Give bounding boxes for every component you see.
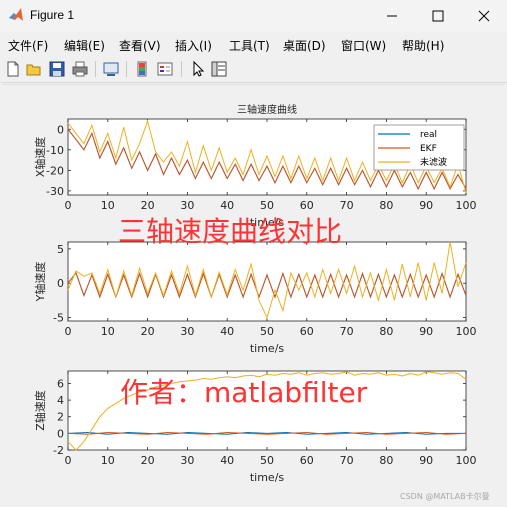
- menu-insert[interactable]: 插入(I): [175, 37, 212, 54]
- y-tick-label: -10: [46, 144, 64, 157]
- y-tick-label: -20: [46, 164, 64, 177]
- legend[interactable]: real EKF 未滤波: [373, 124, 465, 171]
- title-bar[interactable]: Figure 1: [0, 0, 507, 32]
- comparison-caption: 三轴速度曲线对比: [118, 215, 342, 248]
- y-tick-label: 4: [57, 394, 64, 407]
- x-tick-label: 60: [300, 325, 314, 338]
- maximize-button[interactable]: [415, 0, 461, 32]
- toolbar-separator: [126, 61, 127, 77]
- x-tick-label: 90: [419, 325, 433, 338]
- x-tick-label: 70: [340, 199, 354, 212]
- open-folder-icon[interactable]: [25, 60, 43, 78]
- x-tick-label: 10: [101, 199, 115, 212]
- legend-label-ekf: EKF: [420, 144, 437, 154]
- x-tick-label: 20: [141, 454, 155, 467]
- y-tick-label: -30: [46, 185, 64, 198]
- print-icon[interactable]: [71, 60, 89, 78]
- y-tick-label: 2: [57, 411, 64, 424]
- x-tick-label: 100: [456, 325, 477, 338]
- x-axis-label: time/s: [250, 471, 285, 484]
- menu-edit[interactable]: 编辑(E): [64, 37, 105, 54]
- x-tick-label: 90: [419, 454, 433, 467]
- minimize-button[interactable]: [369, 0, 415, 32]
- x-tick-label: 50: [260, 199, 274, 212]
- x-tick-label: 100: [456, 199, 477, 212]
- watermark: CSDN @MATLAB卡尔曼: [400, 491, 490, 501]
- x-axis-label: time/s: [250, 342, 285, 355]
- x-tick-label: 40: [220, 454, 234, 467]
- y-tick-label: 0: [57, 427, 64, 440]
- x-tick-label: 50: [260, 454, 274, 467]
- x-tick-label: 60: [300, 199, 314, 212]
- menu-tools[interactable]: 工具(T): [229, 37, 270, 54]
- legend-icon[interactable]: [156, 60, 174, 78]
- x-tick-label: 20: [141, 199, 155, 212]
- x-tick-label: 10: [101, 325, 115, 338]
- menu-bar: 文件(F) 编辑(E) 查看(V) 插入(I) 工具(T) 桌面(D) 窗口(W…: [0, 33, 507, 55]
- toolbar-separator: [95, 61, 96, 77]
- window-title: Figure 1: [30, 8, 75, 22]
- x-tick-label: 90: [419, 199, 433, 212]
- menu-file[interactable]: 文件(F): [8, 37, 48, 54]
- x-tick-label: 30: [180, 199, 194, 212]
- x-tick-label: 0: [65, 199, 72, 212]
- x-tick-label: 60: [300, 454, 314, 467]
- x-tick-label: 100: [456, 454, 477, 467]
- x-tick-label: 80: [379, 325, 393, 338]
- matlab-logo-icon: [9, 8, 23, 21]
- x-tick-label: 80: [379, 199, 393, 212]
- x-tick-label: 0: [65, 325, 72, 338]
- legend-label-real: real: [420, 130, 437, 140]
- y-tick-label: 0: [57, 123, 64, 136]
- y-tick-label: 6: [57, 377, 64, 390]
- x-tick-label: 10: [101, 454, 115, 467]
- x-tick-label: 70: [340, 325, 354, 338]
- menu-window[interactable]: 窗口(W): [341, 37, 386, 54]
- menu-desktop[interactable]: 桌面(D): [283, 37, 326, 54]
- y-axis-label: Z轴速度: [33, 390, 47, 431]
- x-tick-label: 30: [180, 325, 194, 338]
- y-axis-label: Y轴速度: [33, 262, 47, 303]
- maximize-icon: [432, 10, 444, 22]
- x-tick-label: 30: [180, 454, 194, 467]
- legend-label-raw: 未滤波: [420, 156, 447, 168]
- y-tick-label: -5: [53, 312, 64, 325]
- x-tick-label: 70: [340, 454, 354, 467]
- x-tick-label: 40: [220, 199, 234, 212]
- figure-canvas[interactable]: 0 10 20 30 40 50 60 70 80 90 1000-10-20-30time/sX轴…: [2, 84, 505, 506]
- close-icon: [478, 10, 490, 22]
- new-file-icon[interactable]: [4, 60, 22, 78]
- minimize-icon: [387, 15, 397, 17]
- figure-window: Figure 1 文件(F) 编辑(E) 查看(V) 插入(I) 工具(T) 桌…: [0, 0, 507, 507]
- menu-view[interactable]: 查看(V): [119, 37, 161, 54]
- x-tick-label: 40: [220, 325, 234, 338]
- menu-help[interactable]: 帮助(H): [402, 37, 444, 54]
- property-inspector-icon[interactable]: [210, 60, 228, 78]
- y-tick-label: -2: [53, 444, 64, 457]
- author-caption: 作者：matlabfilter: [120, 376, 368, 409]
- x-tick-label: 80: [379, 454, 393, 467]
- close-button[interactable]: [461, 0, 507, 32]
- link-figure-icon[interactable]: [102, 60, 120, 78]
- y-axis-label: X轴速度: [33, 137, 47, 178]
- save-icon[interactable]: [48, 60, 66, 78]
- x-tick-label: 20: [141, 325, 155, 338]
- pointer-icon[interactable]: [189, 60, 207, 78]
- colorbar-icon[interactable]: [133, 60, 151, 78]
- chart-title: 三轴速度曲线: [237, 103, 297, 116]
- y-tick-label: 0: [57, 277, 64, 290]
- toolbar-separator: [181, 61, 182, 77]
- toolbar: [0, 56, 507, 83]
- y-tick-label: 5: [57, 243, 64, 256]
- x-tick-label: 0: [65, 454, 72, 467]
- x-tick-label: 50: [260, 325, 274, 338]
